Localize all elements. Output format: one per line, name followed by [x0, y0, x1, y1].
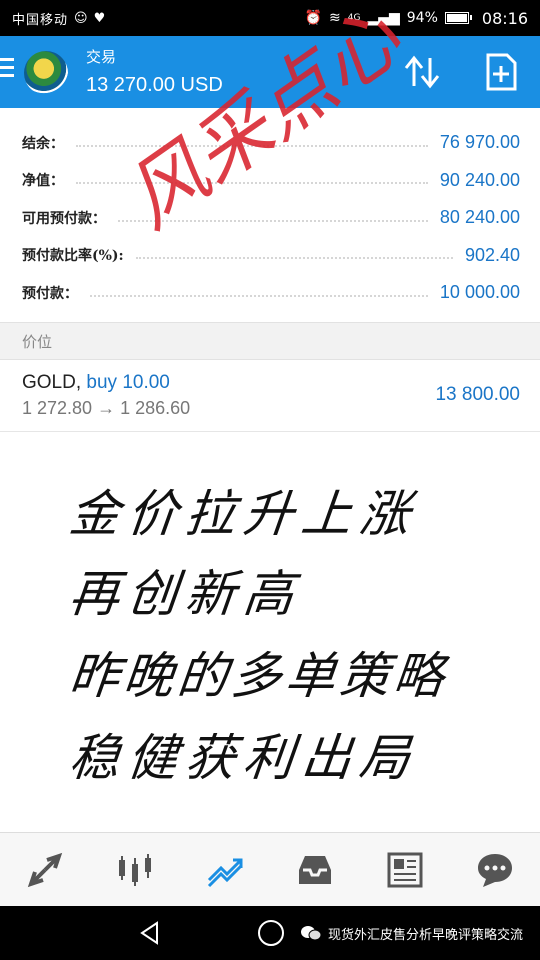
notification-icon: ☺	[74, 10, 88, 26]
chart-icon[interactable]	[107, 846, 163, 894]
summary-value: 80 240.00	[439, 207, 520, 228]
summary-value: 902.40	[464, 244, 520, 265]
position-title: GOLD, buy 10.00	[22, 372, 170, 394]
calligraphy-line: 金价拉升上涨	[66, 485, 421, 543]
position-prices: 1 272.80 → 1 286.60	[22, 398, 191, 418]
bottom-navigation	[0, 832, 540, 906]
wechat-icon	[300, 924, 322, 942]
new-order-icon[interactable]	[483, 52, 519, 92]
health-icon: ♥	[93, 10, 106, 26]
system-navigation-bar: 现货外汇皮售分析早晚评策略交流	[0, 906, 540, 960]
clock: 08:16	[481, 8, 528, 28]
status-bar: 中国移动 ☺ ♥ ⏰ ≋ 4G ▂▄▆ 94% 08:16	[0, 0, 540, 36]
account-logo[interactable]	[24, 51, 68, 95]
calligraphy-message: 金价拉升上涨 再创新高 昨晚的多单策略 稳健获利出局	[0, 432, 540, 832]
position-symbol: GOLD,	[22, 372, 82, 393]
calligraphy-line: 昨晚的多单策略	[66, 647, 451, 705]
news-icon[interactable]	[377, 846, 433, 894]
account-balance: 13 270.00 USD	[86, 74, 223, 96]
battery-percent: 94%	[406, 10, 438, 26]
summary-label: 预付款比率(%):	[22, 248, 124, 265]
wechat-watermark: 现货外汇皮售分析早晚评策略交流	[300, 920, 523, 946]
summary-label: 结余：	[22, 135, 64, 152]
history-icon[interactable]	[287, 846, 343, 894]
menu-icon[interactable]	[0, 58, 14, 80]
summary-label: 净值：	[22, 173, 64, 190]
calligraphy-line: 再创新高	[66, 565, 305, 623]
account-name: 交易	[86, 48, 117, 66]
watermark-text: 现货外汇皮售分析早晚评策略交流	[328, 927, 524, 943]
position-profit: 13 800.00	[435, 384, 520, 405]
position-side: buy 10.00	[86, 372, 170, 393]
calligraphy-line: 稳健获利出局	[66, 729, 421, 787]
summary-value: 76 970.00	[439, 132, 520, 153]
summary-label: 可用预付款：	[22, 210, 106, 227]
chat-icon[interactable]	[467, 846, 523, 894]
back-icon[interactable]	[137, 920, 163, 946]
battery-icon	[444, 12, 472, 24]
alarm-icon: ⏰	[304, 10, 323, 26]
home-icon[interactable]	[258, 920, 284, 946]
carrier-name: 中国移动	[12, 12, 69, 28]
summary-label: 预付款：	[22, 285, 78, 302]
summary-value: 90 240.00	[439, 169, 520, 190]
summary-value: 10 000.00	[439, 282, 520, 303]
quotes-icon[interactable]	[17, 846, 73, 894]
trade-icon[interactable]	[197, 846, 253, 894]
